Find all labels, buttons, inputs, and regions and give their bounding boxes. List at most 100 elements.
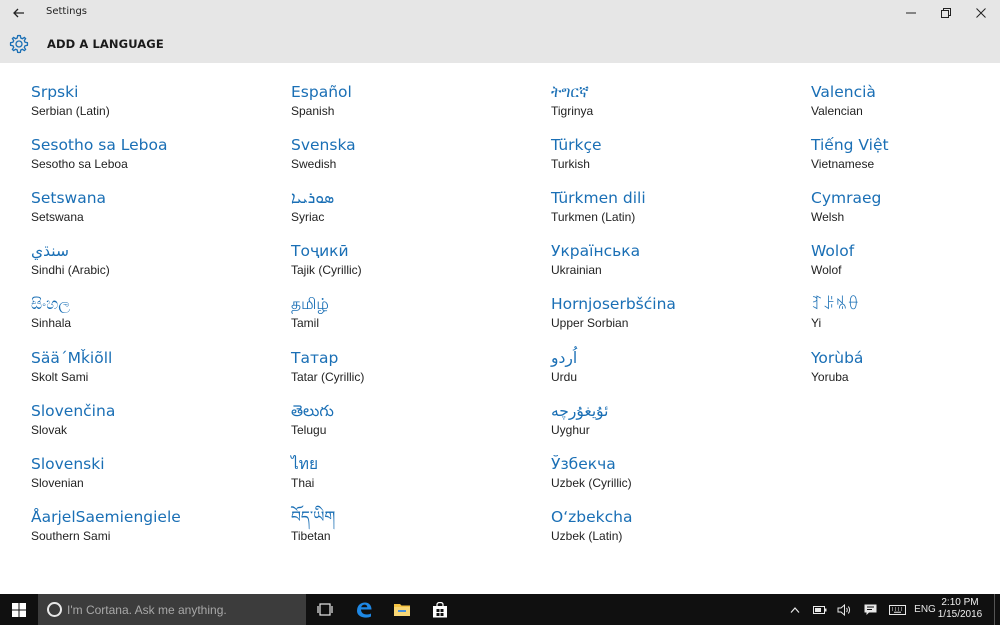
language-native-name: Srpski [31,83,79,101]
language-item[interactable]: Tiếng Việt Vietnamese [811,135,1000,183]
language-native-name: Татар [291,349,339,367]
language-english-name: Thai [291,476,315,490]
language-item[interactable]: Setswana Setswana [31,188,281,236]
language-item[interactable]: Slovenski Slovenian [31,454,281,502]
language-native-name: اُردو [551,349,578,367]
language-item[interactable]: Wolof Wolof [811,241,1000,289]
language-item[interactable]: O‘zbekcha Uzbek (Latin) [551,507,801,555]
language-english-name: Syriac [291,210,325,224]
battery-button[interactable] [810,594,830,625]
language-native-name: සිංහල [31,295,71,313]
language-native-name: བོད་ཡིག [291,508,336,526]
store-taskbar-button[interactable] [421,594,459,625]
file-explorer-taskbar-button[interactable] [383,594,421,625]
back-button[interactable] [6,2,32,24]
language-english-name: Telugu [291,423,327,437]
restore-icon [941,8,951,18]
language-item[interactable]: Valencià Valencian [811,82,1000,130]
taskbar-clock[interactable]: 2:10 PM 1/15/2016 [935,597,985,621]
language-native-name: Cymraeg [811,189,882,207]
language-item[interactable]: Cymraeg Welsh [811,188,1000,236]
start-button[interactable] [0,594,38,625]
language-native-name: ꆈꌠꁱꂷ [811,295,860,313]
language-item[interactable]: සිංහල Sinhala [31,294,281,342]
page-header: ADD A LANGUAGE [0,26,1000,63]
language-english-name: Urdu [551,370,578,384]
language-native-name: Tiếng Việt [811,136,889,154]
minimize-button[interactable] [894,0,928,26]
volume-button[interactable] [834,594,854,625]
show-desktop-button[interactable] [994,594,1000,625]
speaker-icon [837,603,851,616]
language-native-name: Sesotho sa Leboa [31,136,168,154]
language-native-name: Wolof [811,242,855,260]
page-title: ADD A LANGUAGE [47,37,164,51]
language-english-name: Sinhala [31,316,72,330]
language-english-name: Welsh [811,210,845,224]
language-item[interactable]: తెలుగు Telugu [291,401,541,449]
language-native-name: Тоҷикӣ [291,242,349,260]
task-view-button[interactable] [306,594,344,625]
language-native-name: Ўзбекча [551,455,616,473]
touch-keyboard-button[interactable] [886,594,908,625]
language-item[interactable]: Yorùbá Yoruba [811,348,1000,396]
language-item[interactable]: اُردو Urdu [551,348,801,396]
language-native-name: Slovenčina [31,402,116,420]
language-native-name: Español [291,83,352,101]
language-english-name: Southern Sami [31,529,111,543]
close-button[interactable] [964,0,998,26]
language-item[interactable]: Türkçe Turkish [551,135,801,183]
language-english-name: Yoruba [811,370,849,384]
language-native-name: Sää´Mǩiõll [31,349,113,367]
language-native-name: ትግርኛ [551,83,589,101]
minimize-icon [906,12,916,14]
language-native-name: سنڌي [31,242,69,260]
language-english-name: Tamil [291,316,320,330]
language-item[interactable]: བོད་ཡིག Tibetan [291,507,541,555]
action-center-button[interactable] [860,594,880,625]
language-english-name: Valencian [811,104,863,118]
language-item[interactable]: سنڌي Sindhi (Arabic) [31,241,281,289]
language-item[interactable]: Татар Tatar (Cyrillic) [291,348,541,396]
language-item[interactable]: Srpski Serbian (Latin) [31,82,281,130]
language-item[interactable]: Türkmen dili Turkmen (Latin) [551,188,801,236]
task-view-icon [317,603,333,616]
language-native-name: తెలుగు [291,402,334,420]
language-item[interactable]: Sää´Mǩiõll Skolt Sami [31,348,281,396]
language-item[interactable]: Svenska Swedish [291,135,541,183]
language-item[interactable]: Українська Ukrainian [551,241,801,289]
show-hidden-icons-button[interactable] [786,594,804,625]
edge-taskbar-button[interactable] [345,594,383,625]
language-item[interactable]: ไทย Thai [291,454,541,502]
language-item[interactable]: Español Spanish [291,82,541,130]
search-placeholder: I'm Cortana. Ask me anything. [67,603,227,617]
language-english-name: Slovenian [31,476,84,490]
restore-button[interactable] [929,0,963,26]
language-item[interactable]: Sesotho sa Leboa Sesotho sa Leboa [31,135,281,183]
window-title: Settings [46,6,88,17]
cortana-search-box[interactable]: I'm Cortana. Ask me anything. [38,594,306,625]
language-native-name: ئۇيغۇرچە [551,402,609,420]
language-item[interactable]: Ўзбекча Uzbek (Cyrillic) [551,454,801,502]
notification-icon [864,604,876,615]
language-item[interactable]: ÅarjelSaemiengiele Southern Sami [31,507,281,555]
cortana-icon [47,602,62,617]
language-item[interactable]: Hornjoserbšćina Upper Sorbian [551,294,801,342]
language-item[interactable]: Slovenčina Slovak [31,401,281,449]
language-item[interactable]: Тоҷикӣ Tajik (Cyrillic) [291,241,541,289]
close-icon [976,8,986,18]
language-english-name: Uyghur [551,423,590,437]
language-english-name: Turkish [551,157,590,171]
language-item[interactable]: ئۇيغۇرچە Uyghur [551,401,801,449]
language-english-name: Tajik (Cyrillic) [291,263,362,277]
language-item[interactable]: ትግርኛ Tigrinya [551,82,801,130]
language-list: Srpski Serbian (Latin) Sesotho sa Leboa Ses… [0,63,1000,594]
clock-time: 2:10 PM [941,597,979,608]
chevron-up-icon [790,606,800,613]
language-english-name: Tibetan [291,529,331,543]
language-item[interactable]: தமிழ் Tamil [291,294,541,342]
language-item[interactable]: ꆈꌠꁱꂷ Yi [811,294,1000,342]
clock-date: 1/15/2016 [937,609,983,620]
language-english-name: Setswana [31,210,84,224]
language-item[interactable]: ܣܘܪܝܝܐ Syriac [291,188,541,236]
